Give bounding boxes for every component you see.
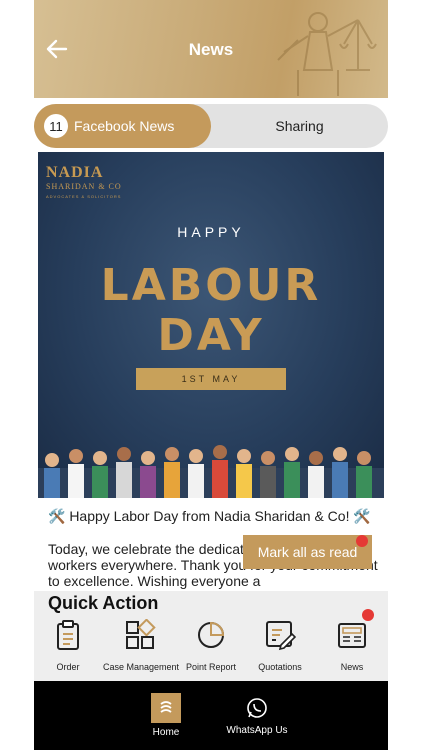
nav-home-label: Home — [152, 727, 180, 738]
bottom-nav: Home WhatsApp Us — [34, 681, 388, 750]
post-caption: 🛠️ Happy Labor Day from Nadia Sharidan &… — [48, 508, 371, 524]
quick-action-news[interactable]: News — [315, 619, 388, 672]
quick-action-case-management[interactable]: Case Management — [103, 618, 179, 672]
page-title: News — [188, 40, 234, 59]
poster-happy-text: HAPPY — [177, 224, 245, 240]
home-logo-icon — [151, 693, 181, 723]
nav-home[interactable]: Home — [136, 693, 196, 738]
document-edit-icon — [266, 621, 297, 651]
tab-facebook-news[interactable]: 11 Facebook News — [34, 104, 211, 148]
quick-action-panel: Quick Action Order Case Management Point… — [34, 591, 388, 681]
pie-chart-icon — [198, 621, 225, 648]
brand-logo: NADIA SHARIDAN & CO ADVOCATES & SOLICITO… — [46, 164, 122, 199]
tab-facebook-news-label: Facebook News — [74, 118, 175, 134]
newspaper-icon — [338, 623, 366, 648]
post-image[interactable]: NADIA SHARIDAN & CO ADVOCATES & SOLICITO… — [38, 152, 384, 498]
quick-action-point-report[interactable]: Point Report — [174, 619, 248, 672]
grid-icon — [126, 618, 156, 649]
quick-action-title: Quick Action — [48, 593, 159, 613]
tab-sharing[interactable]: Sharing — [211, 104, 388, 148]
mark-all-read-button[interactable]: Mark all as read — [243, 535, 372, 569]
news-screen: News 11 Facebook News Sharing NADIA SHAR… — [34, 0, 388, 750]
quick-action-quotations[interactable]: Quotations — [243, 619, 317, 672]
clipboard-icon — [57, 620, 79, 650]
news-tabs: 11 Facebook News Sharing — [34, 104, 388, 148]
poster-labour-text: LABOUR — [100, 260, 322, 311]
tab-count-badge: 11 — [44, 114, 68, 138]
news-notification-dot — [362, 609, 374, 621]
poster-day-text: DAY — [157, 310, 265, 361]
quick-action-order[interactable]: Order — [34, 619, 105, 672]
poster-date-ribbon: 1ST MAY — [136, 368, 286, 390]
unread-dot — [356, 535, 368, 547]
header: News — [34, 0, 388, 98]
workers-crowd-illustration — [38, 445, 384, 498]
whatsapp-icon — [247, 698, 267, 718]
nav-whatsapp[interactable]: WhatsApp Us — [218, 697, 296, 736]
nav-whatsapp-label: WhatsApp Us — [226, 725, 288, 736]
